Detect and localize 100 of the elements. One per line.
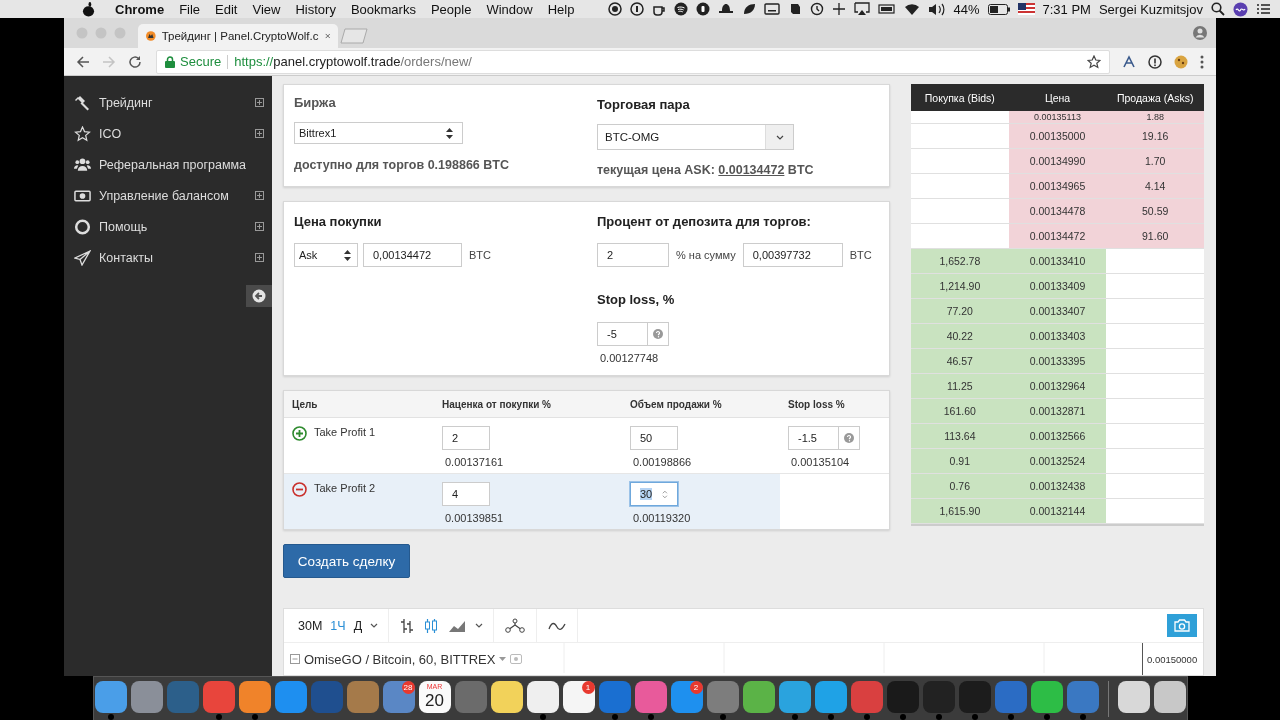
table-cell: 0.00133403 bbox=[1008, 324, 1107, 349]
input-field[interactable]: 2 bbox=[597, 243, 669, 267]
column-header: Цена bbox=[1043, 90, 1072, 106]
table-cell: 4.14 bbox=[1106, 174, 1204, 199]
table-cell: 0.00132438 bbox=[1008, 474, 1107, 499]
table-cell: 1.88 bbox=[1106, 111, 1204, 124]
table-cell: 1,615.90 bbox=[911, 499, 1009, 524]
table-cell: 0.00132964 bbox=[1008, 374, 1107, 399]
sidebar-item[interactable]: Помощь bbox=[74, 218, 255, 235]
menu-item[interactable]: Window bbox=[486, 1, 533, 17]
table-cell: 0.00132566 bbox=[1008, 424, 1107, 449]
sidebar-item[interactable]: Контакты bbox=[74, 249, 255, 266]
input-field[interactable]: 4 bbox=[442, 482, 490, 507]
sidebar-item[interactable]: Реферальная программа bbox=[74, 156, 264, 173]
input-field[interactable]: 50 bbox=[630, 426, 678, 451]
table-cell: 77.20 bbox=[911, 299, 1009, 324]
interval-button[interactable]: 30M bbox=[294, 618, 327, 633]
menu-item[interactable]: People bbox=[430, 1, 472, 17]
app-icon[interactable]: 2 bbox=[670, 680, 703, 713]
column-header: Наценка от покупки % bbox=[442, 398, 551, 410]
table-cell: 0.00132144 bbox=[1008, 499, 1107, 524]
menu-item[interactable]: File bbox=[179, 1, 201, 17]
table-cell: 0.00134965 bbox=[1008, 174, 1107, 199]
table-cell: 1.70 bbox=[1106, 149, 1204, 174]
app-icon[interactable]: 28 bbox=[382, 680, 415, 713]
table-cell: 1,214.90 bbox=[911, 274, 1009, 299]
table-cell: 0.00135113 bbox=[1008, 111, 1107, 124]
input-field[interactable]: 30 bbox=[630, 482, 678, 507]
interval-button[interactable]: 1Ч bbox=[326, 618, 350, 633]
table-cell: 1,652.78 bbox=[911, 249, 1009, 274]
price-link[interactable]: 0.00134472 bbox=[718, 163, 785, 177]
sidebar-item[interactable]: Трейдинг bbox=[74, 94, 255, 111]
column-header: Покупка (Bids) bbox=[923, 90, 996, 106]
exchange-select[interactable]: Bittrex1 bbox=[294, 122, 463, 144]
interval-button[interactable]: Д bbox=[349, 618, 367, 633]
input-field[interactable]: 2 bbox=[442, 426, 490, 451]
input-field[interactable]: 0,00134472 bbox=[363, 243, 462, 267]
sidebar-item[interactable]: ICO bbox=[74, 125, 255, 142]
table-cell: 0.91 bbox=[911, 449, 1009, 474]
column-header: Цель bbox=[292, 398, 318, 410]
notification-badge: 2 bbox=[689, 680, 703, 694]
field-label: Торговая пара bbox=[597, 97, 691, 112]
sidebar-item[interactable]: Управление балансом bbox=[74, 188, 255, 203]
table-cell: 0.00134990 bbox=[1008, 149, 1107, 174]
menu-item[interactable]: History bbox=[295, 1, 336, 17]
target-label: Take Profit 1 bbox=[314, 426, 376, 439]
table-cell: 19.16 bbox=[1106, 124, 1204, 149]
table-cell: 0.00134478 bbox=[1008, 199, 1107, 224]
app-icon[interactable]: 1 bbox=[562, 680, 595, 713]
unit-label: % на сумму bbox=[676, 249, 736, 261]
price-text: 0.00198866 bbox=[632, 456, 693, 469]
current-price-text: текущая цена ASK: 0.00134472 BTC bbox=[597, 163, 815, 177]
table-cell: 0.00132871 bbox=[1008, 399, 1107, 424]
menu-item[interactable]: Help bbox=[547, 1, 575, 17]
notification-badge: 1 bbox=[581, 680, 595, 694]
create-deal-button[interactable]: Создать сделку bbox=[283, 544, 410, 578]
unit-label: BTC bbox=[469, 249, 491, 261]
menu-item[interactable]: Edit bbox=[215, 1, 238, 17]
chart-legend: OmiseGO / Bitcoin, 60, BITTREX bbox=[304, 651, 496, 667]
input-field[interactable]: -5 bbox=[597, 322, 669, 346]
table-cell: 0.00133409 bbox=[1008, 274, 1107, 299]
price-text: 0.00135104 bbox=[790, 456, 851, 469]
table-cell: 11.25 bbox=[911, 374, 1009, 399]
input-field[interactable]: -1.5 bbox=[788, 426, 860, 451]
column-header: Продажа (Asks) bbox=[1115, 90, 1195, 106]
table-cell: 40.22 bbox=[911, 324, 1009, 349]
price-axis-label: 0.00150000 bbox=[1146, 653, 1198, 665]
browser-tab[interactable]: Трейдинг | Panel.CryptoWolf.c bbox=[138, 24, 338, 48]
column-header: Stop loss % bbox=[788, 398, 845, 410]
column-header: Объем продажи % bbox=[630, 398, 722, 410]
table-cell: 0.76 bbox=[911, 474, 1009, 499]
clock[interactable]: 7:31 PM bbox=[1042, 1, 1091, 17]
table-cell: 46.57 bbox=[911, 349, 1009, 374]
table-cell: 0.00135000 bbox=[1008, 124, 1107, 149]
menu-item[interactable]: Bookmarks bbox=[350, 1, 416, 17]
notification-badge: 28 bbox=[401, 680, 415, 694]
table-cell: 0.00133395 bbox=[1008, 349, 1107, 374]
secure-label: Secure bbox=[180, 54, 222, 69]
url-text: https://panel.cryptowolf.trade/orders/new/ bbox=[234, 54, 472, 69]
user-name[interactable]: Sergei Kuzmitsjov bbox=[1098, 1, 1203, 17]
address-bar[interactable]: Secure https://panel.cryptowolf.trade/orders/new/ bbox=[156, 49, 1110, 74]
price-source-select[interactable]: Ask bbox=[294, 243, 358, 267]
battery-percentage: 44% bbox=[953, 1, 980, 17]
table-cell: 0.00132524 bbox=[1008, 449, 1107, 474]
calendar-day: 20 bbox=[425, 690, 444, 710]
table-cell: 113.64 bbox=[911, 424, 1009, 449]
unit-label: BTC bbox=[849, 249, 872, 261]
table-cell: 50.59 bbox=[1106, 199, 1204, 224]
available-balance-text: доступно для торгов 0.198866 BTC bbox=[294, 158, 510, 172]
table-cell: 0.00133410 bbox=[1008, 249, 1107, 274]
field-label: Цена покупки bbox=[294, 214, 383, 229]
table-cell: 91.60 bbox=[1106, 224, 1204, 249]
price-text: 0.00127748 bbox=[599, 352, 660, 364]
app-menu[interactable]: Chrome bbox=[115, 1, 165, 17]
input-field[interactable]: 0,00397732 bbox=[742, 243, 843, 267]
table-cell: 161.60 bbox=[911, 399, 1009, 424]
menu-item[interactable]: View bbox=[252, 1, 281, 17]
field-label: Процент от депозита для торгов: bbox=[597, 214, 812, 229]
pair-select[interactable]: BTC-OMG bbox=[597, 124, 794, 150]
table-cell: 0.00134472 bbox=[1008, 224, 1107, 249]
